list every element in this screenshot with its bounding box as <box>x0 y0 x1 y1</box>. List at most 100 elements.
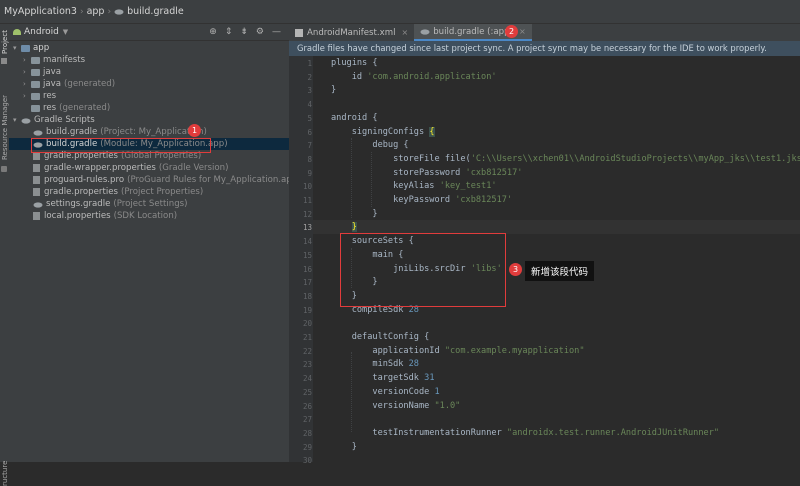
tree-item-label: res <box>43 103 57 113</box>
tree-item-label: settings.gradle <box>46 199 111 209</box>
code-token: applicationId <box>331 345 445 356</box>
folder-icon <box>21 44 30 52</box>
code-line: } <box>331 208 378 219</box>
folder-icon <box>31 68 40 76</box>
tree-item-local-properties[interactable]: local.properties (SDK Location) <box>33 210 177 222</box>
line-number: 27 <box>302 415 312 425</box>
tree-item-hint: (generated) <box>64 79 116 89</box>
hide-icon[interactable]: — <box>272 27 281 37</box>
tree-item-java-generated[interactable]: › java (generated) <box>23 78 115 90</box>
code-line: } <box>331 441 357 452</box>
breadcrumb-file-label: build.gradle <box>127 6 184 17</box>
collapse-all-icon[interactable]: ⇟ <box>240 27 248 37</box>
line-number: 29 <box>302 442 312 452</box>
tree-item-hint: (generated) <box>59 103 111 113</box>
highlight-box <box>340 233 506 307</box>
tree-item-res-generated[interactable]: res (generated) <box>31 102 110 114</box>
code-line: signingConfigs { <box>331 126 435 140</box>
line-number: 12 <box>302 209 312 219</box>
code-token: versionName <box>331 400 435 411</box>
tree-item-label: gradle-wrapper.properties <box>44 163 156 173</box>
tree-item-proguard-rules[interactable]: proguard-rules.pro (ProGuard Rules for M… <box>33 174 301 186</box>
project-tool-button[interactable]: Project <box>1 30 9 54</box>
properties-file-icon <box>33 212 40 220</box>
code-string: "androidx.test.runner.AndroidJUnitRunner… <box>506 427 720 438</box>
chevron-down-icon: ▾ <box>13 44 17 52</box>
locate-icon[interactable]: ⊕ <box>209 27 217 37</box>
code-line: testInstrumentationRunner "androidx.test… <box>331 427 719 441</box>
gradle-sync-banner: Gradle files have changed since last pro… <box>289 41 800 56</box>
line-number: 7 <box>307 141 312 151</box>
code-token: versionCode <box>331 386 435 397</box>
text-file-icon <box>33 176 40 184</box>
resource-manager-tool-button[interactable]: Resource Manager <box>1 95 9 160</box>
code-token: keyAlias <box>331 181 440 192</box>
tab-label: AndroidManifest.xml <box>307 27 396 38</box>
line-number: 26 <box>302 401 312 411</box>
annotation-callout: 新增该段代码 <box>525 261 595 281</box>
code-string: 'cxb812517' <box>455 195 513 205</box>
breadcrumb-file[interactable]: build.gradle <box>114 6 184 17</box>
tree-item-label: Gradle Scripts <box>34 115 95 125</box>
breadcrumb-bar: MyApplication3 › app › build.gradle <box>0 0 800 24</box>
tree-item-gradle-wrapper-properties[interactable]: gradle-wrapper.properties (Gradle Versio… <box>33 162 228 174</box>
chevron-down-icon: ▾ <box>13 116 17 124</box>
code-line: minSdk 28 <box>331 358 419 372</box>
xml-file-icon <box>295 28 303 37</box>
tree-item-gradle-scripts[interactable]: ▾ Gradle Scripts <box>13 114 95 126</box>
breadcrumb-module[interactable]: app <box>87 6 105 17</box>
line-number: 16 <box>302 264 312 274</box>
breadcrumb-project[interactable]: MyApplication3 <box>4 6 77 17</box>
gradle-icon <box>420 29 430 35</box>
gradle-icon <box>21 117 31 124</box>
code-token: storePassword <box>331 167 466 178</box>
line-number: 24 <box>302 374 312 384</box>
code-line: } <box>331 85 337 96</box>
line-number: 21 <box>302 333 312 342</box>
line-number: 11 <box>302 196 312 205</box>
folder-icon <box>1 58 7 64</box>
tab-android-manifest[interactable]: AndroidManifest.xml × <box>289 24 414 41</box>
code-line: storeFile file('C:\\Users\\xchen01\\Andr… <box>331 153 800 167</box>
close-icon[interactable]: × <box>401 28 408 37</box>
code-line: android { <box>331 112 378 123</box>
code-token: minSdk <box>331 359 409 370</box>
code-token: id <box>331 71 368 82</box>
gear-icon[interactable]: ⚙ <box>256 27 264 37</box>
project-toolbar: Android ▼ ⊕ ⇕ ⇟ ⚙ — <box>9 24 289 41</box>
tree-item-res[interactable]: › res <box>23 90 56 102</box>
tree-item-gradle-properties-project[interactable]: gradle.properties (Project Properties) <box>33 186 203 198</box>
tree-item-app[interactable]: ▾ app <box>13 42 49 54</box>
code-string: 'C:\\Users\\xchen01\\AndroidStudioProjec… <box>470 153 800 164</box>
tree-item-build-gradle-project[interactable]: build.gradle (Project: My_Application) <box>33 126 207 138</box>
code-token: targetSdk <box>331 373 425 384</box>
code-line: plugins { <box>331 58 378 68</box>
view-selector[interactable]: Android ▼ <box>13 27 68 37</box>
properties-file-icon <box>33 164 40 172</box>
code-line: versionName "1.0" <box>331 400 460 414</box>
close-icon[interactable]: × <box>519 27 526 36</box>
editor-tabs: AndroidManifest.xml × build.gradle (:app… <box>289 24 800 41</box>
tree-item-hint: (SDK Location) <box>113 211 178 221</box>
tree-item-java[interactable]: › java <box>23 66 61 78</box>
line-number: 30 <box>302 456 312 466</box>
resource-icon <box>1 166 7 172</box>
tree-item-manifests[interactable]: › manifests <box>23 54 85 66</box>
tree-item-hint: (Gradle Version) <box>158 163 229 173</box>
line-number: 6 <box>307 127 312 137</box>
line-number: 17 <box>302 278 312 288</box>
breadcrumb-separator: › <box>107 6 112 17</box>
code-line: id 'com.android.application' <box>331 71 497 85</box>
code-token: storeFile file( <box>331 153 471 164</box>
folder-icon <box>31 92 40 100</box>
code-line: debug { <box>331 140 409 151</box>
expand-all-icon[interactable]: ⇕ <box>225 27 233 37</box>
properties-file-icon <box>33 188 40 196</box>
tree-item-hint: (Project Settings) <box>113 199 188 209</box>
tree-item-settings-gradle[interactable]: settings.gradle (Project Settings) <box>33 198 187 210</box>
annotation-badge-3: 3 <box>509 263 522 276</box>
structure-tool-button[interactable]: ructure <box>1 461 9 486</box>
code-string: "com.example.myapplication" <box>444 345 585 356</box>
tab-label: build.gradle (:app) <box>433 26 513 37</box>
